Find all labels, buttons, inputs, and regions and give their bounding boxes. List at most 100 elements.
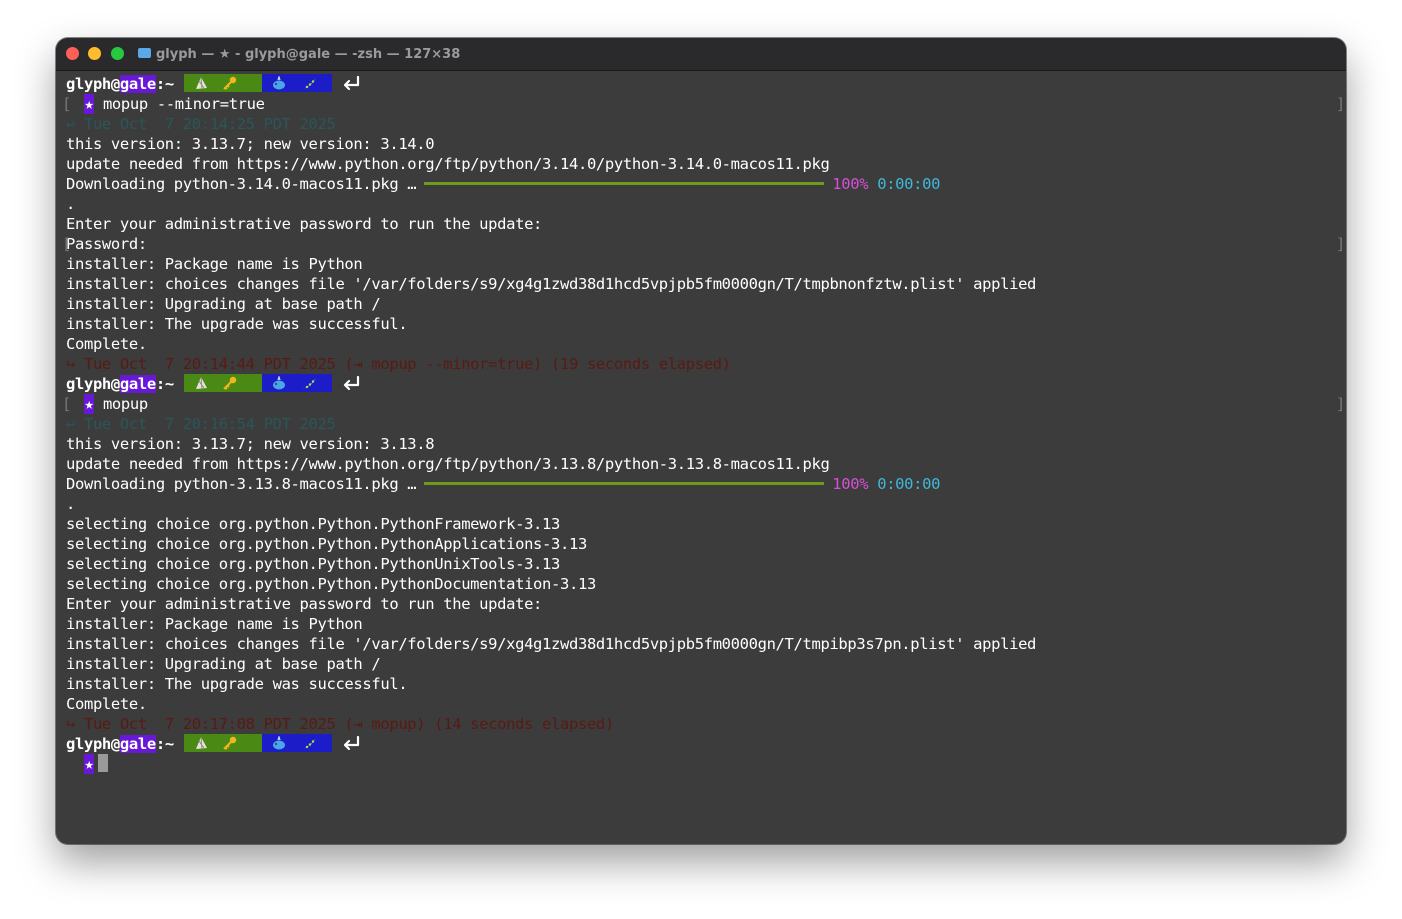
right-bracket: ] bbox=[1336, 235, 1345, 253]
right-bracket: ] bbox=[1336, 395, 1345, 413]
output-line: this version: 3.13.7; new version: 3.13.… bbox=[66, 434, 1338, 454]
prompt-path: :~ bbox=[155, 375, 174, 393]
output-line: Complete. bbox=[66, 694, 1338, 714]
output-line: update needed from https://www.python.or… bbox=[66, 454, 1338, 474]
output-line: . bbox=[66, 494, 1338, 514]
output-text: installer: choices changes file '/var/fo… bbox=[66, 635, 1037, 653]
shell-icon bbox=[195, 376, 207, 390]
output-text: installer: Upgrading at base path / bbox=[66, 655, 381, 673]
prompt-segment-green bbox=[183, 374, 262, 392]
prompt-user: glyph@ bbox=[66, 735, 120, 753]
output-text: this version: 3.13.7; new version: 3.14.… bbox=[66, 135, 435, 153]
progress-eta: 0:00:00 bbox=[877, 175, 941, 193]
whale-icon bbox=[272, 76, 285, 90]
prompt-line: glyph@gale:~ bbox=[66, 734, 1338, 754]
whale-icon bbox=[272, 736, 285, 750]
key-icon bbox=[223, 736, 237, 750]
output-text: installer: Upgrading at base path / bbox=[66, 295, 381, 313]
output-text: installer: The upgrade was successful. bbox=[66, 675, 408, 693]
peapod-icon bbox=[302, 378, 316, 389]
command-line: [ ★ mopup --minor=true] bbox=[62, 94, 1345, 114]
prompt-path: :~ bbox=[155, 75, 174, 93]
start-timestamp: ↩ Tue Oct 7 20:16:54 PDT 2025 bbox=[66, 414, 1338, 434]
output-line: selecting choice org.python.Python.Pytho… bbox=[66, 534, 1338, 554]
output-line: installer: Upgrading at base path / bbox=[66, 654, 1338, 674]
return-icon bbox=[343, 735, 359, 751]
prompt-segment-green bbox=[183, 74, 262, 92]
prompt-segment-blue bbox=[261, 734, 332, 752]
output-line: installer: The upgrade was successful. bbox=[66, 314, 1338, 334]
close-button[interactable] bbox=[66, 47, 79, 60]
peapod-icon bbox=[302, 738, 316, 749]
end-timestamp-text: ↪ Tue Oct 7 20:17:08 PDT 2025 (⇥ mopup) … bbox=[66, 715, 614, 733]
window-title: glyph — ★ - glyph@gale — -zsh — 127×38 bbox=[138, 47, 460, 62]
output-line: installer: The upgrade was successful. bbox=[66, 674, 1338, 694]
progress-percent: 100% bbox=[832, 475, 869, 493]
return-icon bbox=[343, 375, 359, 391]
output-text: Complete. bbox=[66, 335, 147, 353]
minimize-button[interactable] bbox=[88, 47, 101, 60]
shell-icon bbox=[195, 76, 207, 90]
whale-icon bbox=[272, 376, 285, 390]
start-timestamp-text: ↩ Tue Oct 7 20:14:25 PDT 2025 bbox=[66, 115, 336, 133]
output-line: selecting choice org.python.Python.Pytho… bbox=[66, 574, 1338, 594]
output-text: installer: The upgrade was successful. bbox=[66, 315, 408, 333]
start-timestamp-text: ↩ Tue Oct 7 20:16:54 PDT 2025 bbox=[66, 415, 336, 433]
output-line: installer: choices changes file '/var/fo… bbox=[66, 634, 1338, 654]
progress-bar bbox=[424, 182, 825, 185]
download-label: Downloading python-3.14.0-macos11.pkg … bbox=[66, 175, 417, 193]
output-line: selecting choice org.python.Python.Pytho… bbox=[66, 514, 1338, 534]
command-text: mopup --minor=true bbox=[102, 95, 265, 113]
output-text: Enter your administrative password to ru… bbox=[66, 595, 543, 613]
output-text: selecting choice org.python.Python.Pytho… bbox=[66, 535, 587, 553]
prompt-segment-green bbox=[183, 734, 262, 752]
output-line: installer: choices changes file '/var/fo… bbox=[66, 274, 1338, 294]
progress-bar bbox=[424, 482, 825, 485]
output-line: update needed from https://www.python.or… bbox=[66, 154, 1338, 174]
output-line: installer: Upgrading at base path / bbox=[66, 294, 1338, 314]
output-text: installer: Package name is Python bbox=[66, 255, 363, 273]
output-line: installer: Package name is Python bbox=[66, 254, 1338, 274]
command-line: [ ★ mopup] bbox=[62, 394, 1345, 414]
output-text: . bbox=[66, 495, 75, 513]
output-text: Complete. bbox=[66, 695, 147, 713]
return-icon bbox=[343, 75, 359, 91]
output-text: . bbox=[66, 195, 75, 213]
left-bracket: [ bbox=[62, 395, 71, 413]
end-timestamp: ↪ Tue Oct 7 20:14:44 PDT 2025 (⇥ mopup -… bbox=[66, 354, 1338, 374]
terminal-content[interactable]: glyph@gale:~[ ★ mopup --minor=true] ↩ Tue… bbox=[62, 74, 1345, 834]
end-timestamp: ↪ Tue Oct 7 20:17:08 PDT 2025 (⇥ mopup) … bbox=[66, 714, 1338, 734]
output-text: selecting choice org.python.Python.Pytho… bbox=[66, 515, 560, 533]
shell-icon bbox=[195, 736, 207, 750]
output-text: update needed from https://www.python.or… bbox=[66, 455, 830, 473]
key-icon bbox=[223, 376, 237, 390]
output-line: installer: Package name is Python bbox=[66, 614, 1338, 634]
prompt-host: gale bbox=[119, 735, 156, 753]
prompt-user: glyph@ bbox=[66, 75, 120, 93]
prompt-line: glyph@gale:~ bbox=[66, 74, 1338, 94]
title-bar: glyph — ★ - glyph@gale — -zsh — 127×38 bbox=[56, 38, 1346, 71]
prompt-line: glyph@gale:~ bbox=[66, 374, 1338, 394]
output-text: Password: bbox=[66, 235, 147, 253]
start-timestamp: ↩ Tue Oct 7 20:14:25 PDT 2025 bbox=[66, 114, 1338, 134]
prompt-host: gale bbox=[119, 75, 156, 93]
output-text: installer: choices changes file '/var/fo… bbox=[66, 275, 1037, 293]
left-bracket: [ bbox=[62, 235, 71, 253]
command-text: mopup bbox=[102, 395, 148, 413]
output-line: . bbox=[66, 194, 1338, 214]
output-text: update needed from https://www.python.or… bbox=[66, 155, 830, 173]
progress-line: Downloading python-3.13.8-macos11.pkg … 1… bbox=[66, 474, 1338, 494]
prompt-segment-blue bbox=[261, 74, 332, 92]
progress-percent: 100% bbox=[832, 175, 869, 193]
peapod-icon bbox=[302, 78, 316, 89]
output-line: this version: 3.13.7; new version: 3.14.… bbox=[66, 134, 1338, 154]
output-line: selecting choice org.python.Python.Pytho… bbox=[66, 554, 1338, 574]
prompt-path: :~ bbox=[155, 735, 174, 753]
download-label: Downloading python-3.13.8-macos11.pkg … bbox=[66, 475, 417, 493]
zoom-button[interactable] bbox=[111, 47, 124, 60]
text-cursor[interactable] bbox=[97, 754, 108, 772]
left-bracket: [ bbox=[62, 95, 71, 113]
output-line: Password:[] bbox=[62, 234, 1345, 254]
progress-line: Downloading python-3.14.0-macos11.pkg … 1… bbox=[66, 174, 1338, 194]
progress-eta: 0:00:00 bbox=[877, 475, 941, 493]
